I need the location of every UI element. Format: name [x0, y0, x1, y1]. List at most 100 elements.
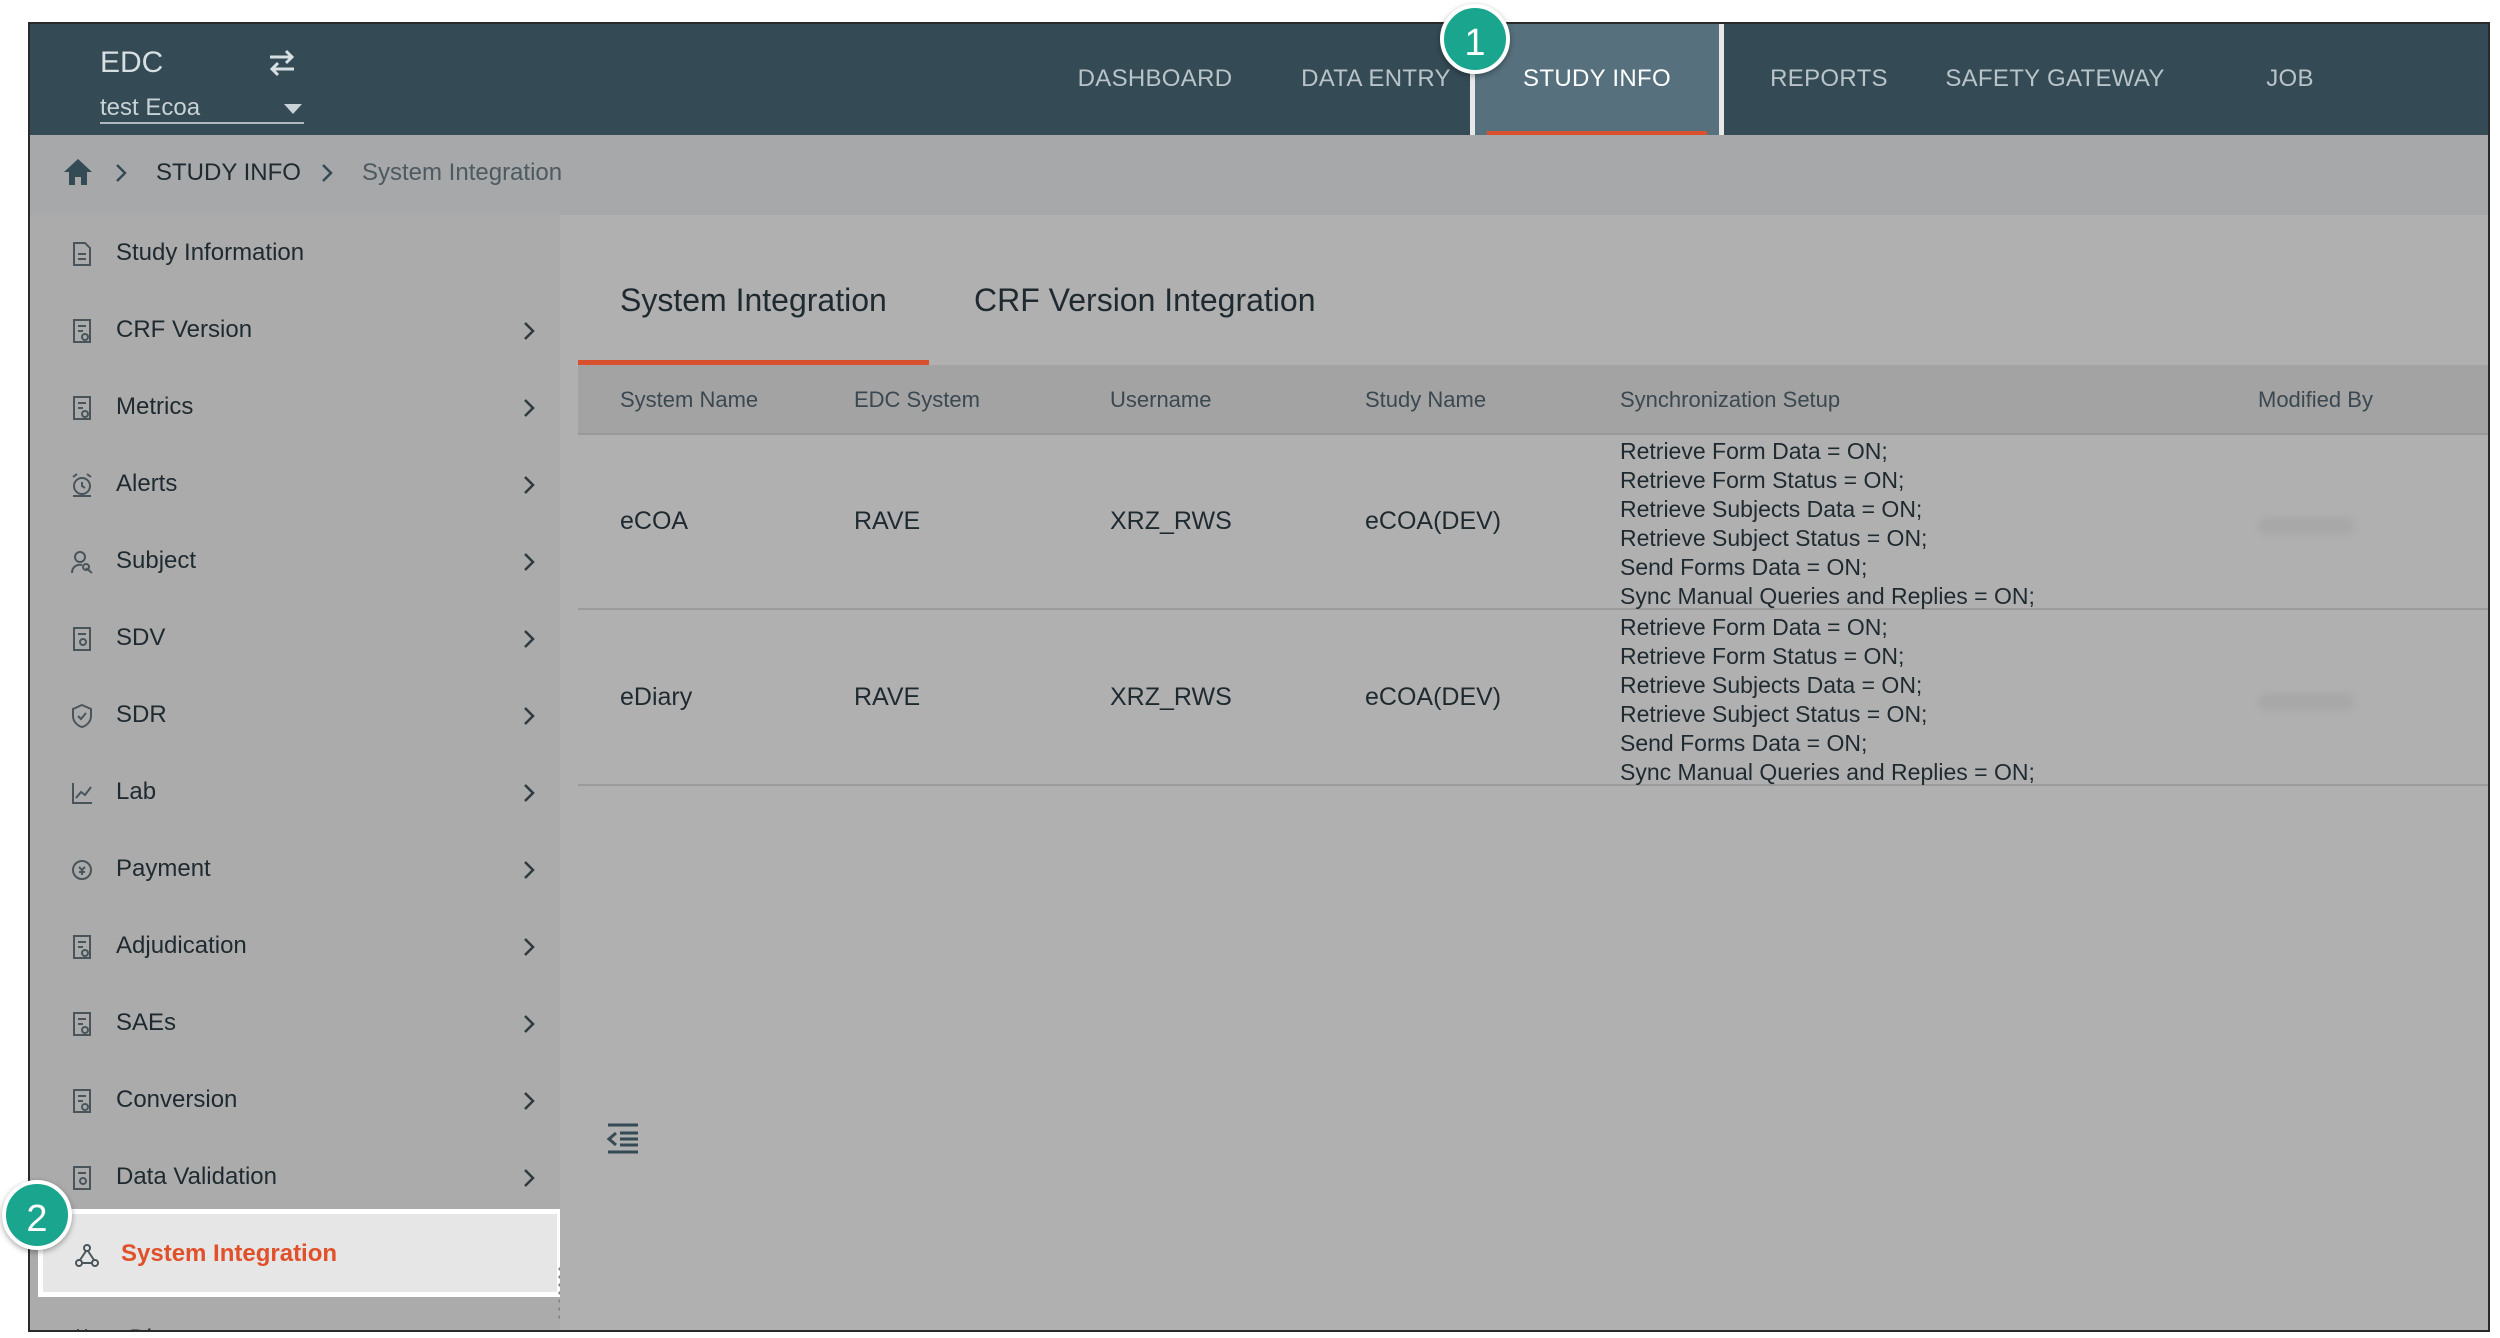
- sync-setting: Retrieve Subject Status = ON;: [1620, 701, 1928, 727]
- chevron-right-icon: [524, 399, 535, 417]
- breadcrumb: STUDY INFO System Integration: [30, 135, 2488, 215]
- chevron-right-icon: [116, 164, 127, 182]
- cell-synchronization-setup: Retrieve Form Data = ON; Retrieve Form S…: [1620, 613, 2035, 787]
- tab-system-integration[interactable]: System Integration: [578, 255, 929, 365]
- chevron-right-icon: [524, 861, 535, 879]
- sync-setting: Send Forms Data = ON;: [1620, 554, 1868, 580]
- sidebar-item-label: Data Validation: [116, 1163, 277, 1190]
- column-header-edc-system[interactable]: EDC System: [854, 387, 980, 413]
- table-row[interactable]: eCOA RAVE XRZ_RWS eCOA(DEV) Retrieve For…: [578, 435, 2488, 611]
- cell-edc-system: RAVE: [854, 507, 921, 535]
- callout-badge-1: 1: [1440, 4, 1510, 74]
- document-icon: [73, 242, 91, 266]
- sync-setting: Retrieve Form Status = ON;: [1620, 643, 1905, 669]
- form-icon: [73, 935, 91, 959]
- column-header-username[interactable]: Username: [1110, 387, 1211, 413]
- breadcrumb-current: System Integration: [362, 159, 563, 186]
- cell-modified-by-redacted: [2258, 517, 2354, 535]
- table-row[interactable]: eDiary RAVE XRZ_RWS eCOA(DEV) Retrieve F…: [578, 611, 2488, 787]
- chevron-right-icon: [524, 1169, 535, 1187]
- chevron-down-icon: [284, 104, 302, 114]
- sync-setting: Retrieve Form Data = ON;: [1620, 438, 1888, 464]
- sidebar-item-label: Alerts: [116, 470, 178, 497]
- cell-system-name: eCOA: [620, 507, 689, 535]
- sync-setting: Retrieve Subjects Data = ON;: [1620, 672, 1923, 698]
- nav-dashboard[interactable]: DASHBOARD: [1070, 24, 1240, 135]
- nav-data-entry[interactable]: DATA ENTRY: [1286, 24, 1466, 135]
- sync-setting: Sync Manual Queries and Replies = ON;: [1620, 583, 2035, 609]
- cell-edc-system: RAVE: [854, 683, 921, 711]
- column-header-synchronization-setup[interactable]: Synchronization Setup: [1620, 387, 1840, 413]
- sidebar-item-adjudication[interactable]: Adjudication: [30, 908, 560, 984]
- sidebar-item-label: Conversion: [116, 1086, 238, 1113]
- cell-username: XRZ_RWS: [1110, 507, 1232, 535]
- sidebar-item-label: SDV: [116, 624, 166, 651]
- breadcrumb-study-info[interactable]: STUDY INFO: [156, 159, 301, 187]
- shield-check-icon: [72, 703, 92, 729]
- sidebar-item-sdr[interactable]: SDR: [30, 677, 560, 753]
- table-header: System Name EDC System Username Study Na…: [578, 365, 2488, 435]
- sidebar-item-saes[interactable]: SAEs: [30, 985, 560, 1061]
- line-chart-icon: [72, 783, 92, 804]
- switch-app-icon[interactable]: [262, 46, 302, 80]
- sidebar-item-lab[interactable]: Lab: [30, 754, 560, 830]
- form-search-icon: [73, 1166, 91, 1190]
- app-window: EDC test Ecoa DASHBOARD DATA ENTRY STUDY…: [28, 22, 2490, 1332]
- study-selector[interactable]: test Ecoa: [100, 94, 304, 124]
- sidebar-item-subject[interactable]: Subject: [30, 523, 560, 599]
- sidebar-item-data-validation[interactable]: Data Validation: [30, 1139, 560, 1215]
- home-icon[interactable]: [62, 157, 94, 187]
- payment-icon: [72, 860, 92, 880]
- chevron-right-icon: [524, 630, 535, 648]
- form-icon: [73, 1089, 91, 1113]
- app-brand: EDC: [100, 46, 164, 79]
- resize-handle[interactable]: [558, 1265, 560, 1321]
- integration-icon: [75, 1244, 99, 1267]
- sidebar-item-system-integration[interactable]: System Integration: [38, 1209, 560, 1297]
- nav-safety-gateway[interactable]: SAFETY GATEWAY: [1930, 24, 2180, 135]
- sidebar-item-label: Adjudication: [116, 932, 247, 959]
- sync-setting: Retrieve Subjects Data = ON;: [1620, 496, 1923, 522]
- form-icon: [73, 319, 91, 343]
- column-header-study-name[interactable]: Study Name: [1365, 387, 1486, 413]
- form-icon: [73, 396, 91, 420]
- callout-badge-2: 2: [2, 1180, 72, 1250]
- sync-setting: Retrieve Form Status = ON;: [1620, 467, 1905, 493]
- main-content: System Integration CRF Version Integrati…: [578, 215, 2488, 1330]
- cell-study-name: eCOA(DEV): [1365, 683, 1502, 711]
- alarm-icon: [72, 473, 92, 497]
- sidebar-item-label: Payment: [116, 855, 211, 882]
- collapse-sidebar-icon[interactable]: [606, 1121, 640, 1155]
- sidebar-item-conversion[interactable]: Conversion: [30, 1062, 560, 1138]
- calendar-icon: [77, 1329, 87, 1330]
- top-navbar: EDC test Ecoa DASHBOARD DATA ENTRY STUDY…: [30, 24, 2488, 146]
- sidebar-item-alerts[interactable]: Alerts: [30, 446, 560, 522]
- sidebar: Study Information CRF Version Metrics Al…: [30, 215, 560, 1330]
- nav-reports[interactable]: REPORTS: [1744, 24, 1914, 135]
- sidebar-item-label: CRF Version: [116, 316, 253, 343]
- sidebar-item-ediary[interactable]: eDiary: [30, 1301, 560, 1330]
- sidebar-item-sdv[interactable]: SDV: [30, 600, 560, 676]
- sidebar-item-label: Study Information: [116, 239, 305, 266]
- chevron-right-icon: [524, 784, 535, 802]
- sidebar-item-crf-version[interactable]: CRF Version: [30, 292, 560, 368]
- sync-setting: Retrieve Form Data = ON;: [1620, 614, 1888, 640]
- column-header-system-name[interactable]: System Name: [620, 387, 758, 413]
- sidebar-item-label: Lab: [116, 778, 157, 805]
- chevron-right-icon: [524, 553, 535, 571]
- chevron-right-icon: [524, 476, 535, 494]
- sync-setting: Sync Manual Queries and Replies = ON;: [1620, 759, 2035, 785]
- nav-job[interactable]: JOB: [2230, 24, 2350, 135]
- sidebar-item-payment[interactable]: Payment: [30, 831, 560, 907]
- cell-system-name: eDiary: [620, 683, 693, 711]
- sidebar-item-study-information[interactable]: Study Information: [30, 215, 560, 291]
- cell-modified-by-redacted: [2258, 693, 2354, 711]
- chevron-right-icon: [524, 322, 535, 340]
- column-header-modified-by[interactable]: Modified By: [2258, 387, 2373, 413]
- sidebar-item-label: eDiary: [116, 1325, 185, 1330]
- tab-crf-version-integration[interactable]: CRF Version Integration: [932, 255, 1358, 365]
- sidebar-item-label: SAEs: [116, 1009, 177, 1036]
- study-selector-value: test Ecoa: [100, 94, 201, 121]
- cell-synchronization-setup: Retrieve Form Data = ON; Retrieve Form S…: [1620, 437, 2035, 611]
- sidebar-item-metrics[interactable]: Metrics: [30, 369, 560, 445]
